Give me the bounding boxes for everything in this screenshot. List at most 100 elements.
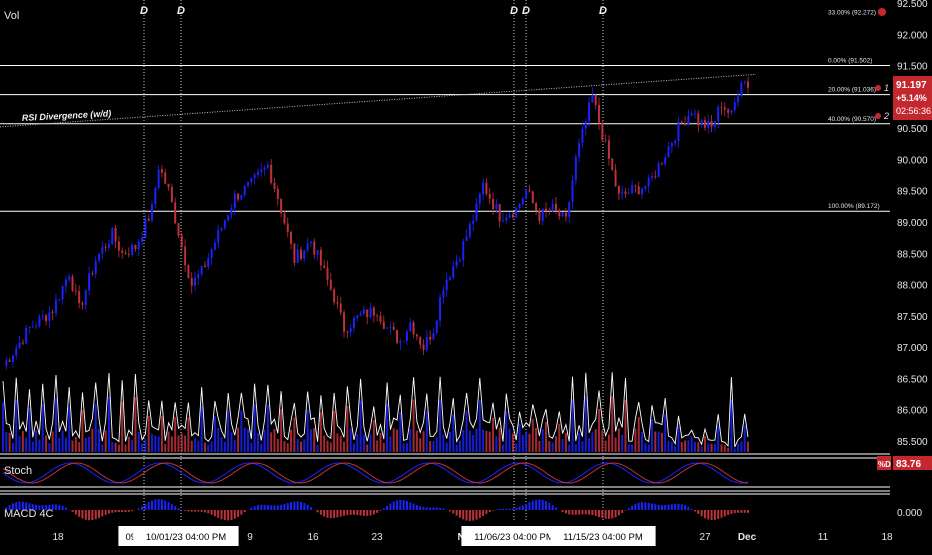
macd-bar [164,500,166,510]
macd-bar [78,510,80,517]
macd-bar [254,506,256,510]
volume-bar [466,411,468,452]
macd-bar [363,510,365,516]
volume-bar [588,439,590,452]
macd-bar [601,510,603,518]
candle-body [482,183,484,194]
macd-bar [436,508,438,510]
x-axis-label: 23 [371,532,383,543]
macd-bar [144,504,146,510]
candle-body [598,105,600,123]
macd-pane-label: MACD 4C [4,508,54,520]
candle-body [615,170,617,186]
macd-bar [552,505,554,510]
candle-body [466,236,468,241]
macd-bar [581,510,583,514]
volume-bar [631,444,633,452]
candle-body [452,266,454,277]
candle-body [15,348,17,355]
volume-bar [668,441,670,452]
volume-bar [75,437,77,452]
macd-bar [217,510,219,518]
macd-bar [174,506,176,510]
volume-bar [459,440,461,452]
candle-body [267,165,269,168]
volume-bar [35,430,37,452]
candle-body [664,157,666,164]
macd-bar [221,510,223,519]
volume-bar [81,410,83,452]
macd-bar [300,502,302,510]
volume-bar [442,434,444,452]
candle-body [651,176,653,178]
macd-bar [730,510,732,514]
fib-level-label: 33.00% (92.272) [828,9,876,16]
volume-bar [254,404,256,452]
candle-body [121,251,123,253]
volume-bar [134,397,136,452]
candle-body [224,220,226,227]
candle-body [423,345,425,350]
volume-bar [628,444,630,452]
volume-bar [366,445,368,452]
macd-bar [131,510,133,511]
price-badge: 91.197 +5.14% 02:56:36 [893,76,932,120]
candle-body [201,266,203,274]
volume-bar [174,417,176,452]
candle-body [555,204,557,210]
macd-bar [138,508,140,510]
macd-bar [406,501,408,510]
macd-bar [234,510,236,519]
macd-bar [572,510,574,515]
macd-bar [641,502,643,510]
candle-body [221,228,223,230]
fib-marker-top-icon[interactable] [878,8,886,16]
macd-bar [214,510,216,516]
volume-bar [2,402,4,452]
candle-body [634,185,636,186]
candle-body [72,277,74,291]
candle-body [618,186,620,194]
volume-bar [360,401,362,452]
y-axis-tick: 87.500 [897,312,928,323]
macd-bar [141,506,143,510]
macd-bar [423,507,425,510]
candle-body [505,218,507,221]
candle-body [442,290,444,297]
volume-bar [485,431,487,452]
macd-bar [545,501,547,510]
x-axis-label: 9 [247,532,253,543]
volume-bar [492,418,494,452]
volume-bar [194,438,196,452]
candle-body [230,208,232,215]
volume-bar [423,431,425,452]
macd-bar [280,505,282,510]
candle-body [681,122,683,123]
volume-bar [704,436,706,452]
candle-body [499,204,501,221]
macd-bar [502,509,504,510]
volume-bar [25,438,27,452]
candle-body [313,242,315,255]
macd-bar [535,500,537,510]
y-axis-tick: 90.000 [897,155,928,166]
volume-bar [532,419,534,452]
macd-bar [499,509,501,510]
macd-bar [396,500,398,510]
candle-body [416,334,418,336]
price-chart[interactable]: 33.00% (92.272)0.00% (91.502)20.00% (91.… [0,0,932,550]
macd-bar [548,503,550,510]
candle-body [515,208,517,217]
candle-body [151,204,153,220]
candle-body [148,219,150,221]
macd-bar [336,510,338,517]
candle-body [509,215,511,218]
volume-bar [171,436,173,452]
volume-bar [131,440,133,452]
candle-body [459,260,461,261]
candle-body [98,254,100,261]
candle-body [207,258,209,267]
candle-body [19,342,21,348]
candle-body [333,289,335,302]
x-axis-label: 27 [699,532,711,543]
